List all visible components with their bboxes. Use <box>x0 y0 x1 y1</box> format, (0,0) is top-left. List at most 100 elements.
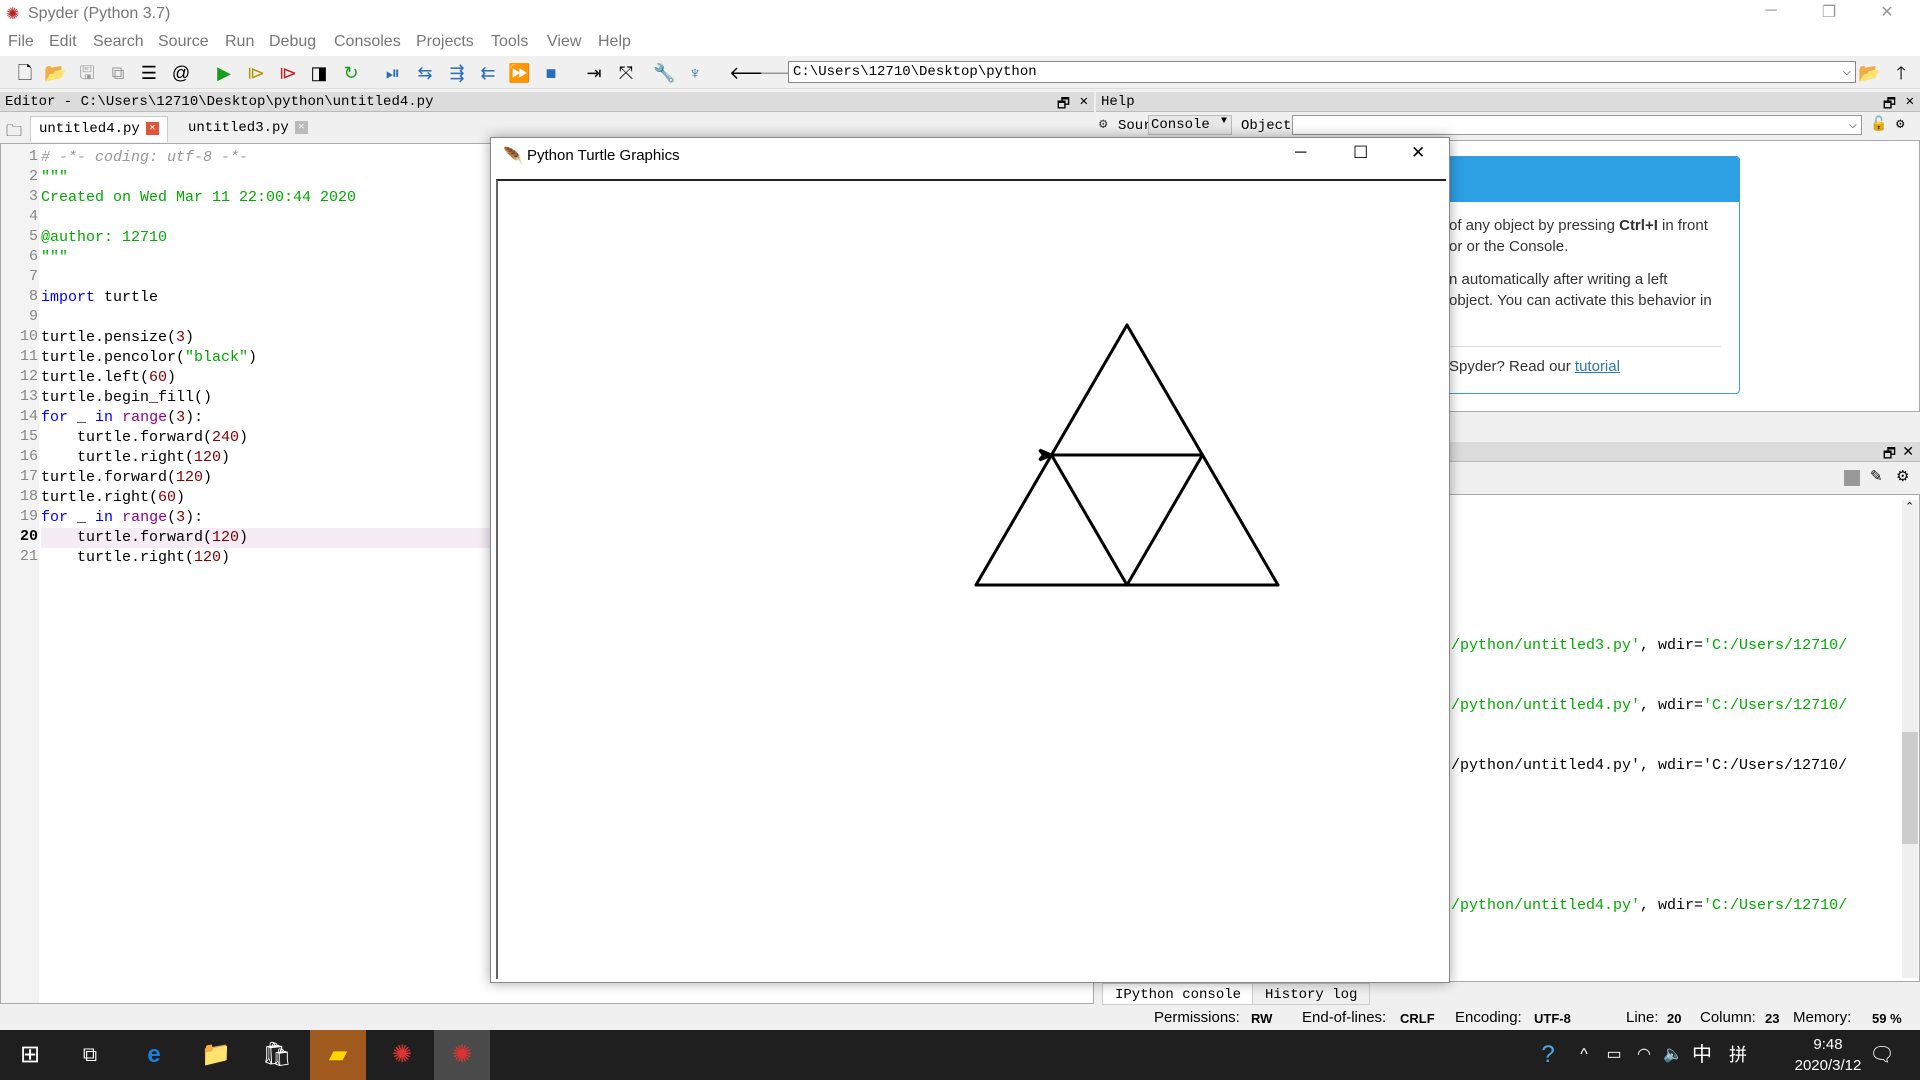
at-icon[interactable]: @ <box>170 62 192 84</box>
stop-kernel-icon[interactable] <box>1844 470 1860 486</box>
code-line: turtle.right(120) <box>41 549 231 566</box>
tab-label: untitled3.py <box>188 120 289 136</box>
line-number: 7 <box>28 268 38 285</box>
taskbar: ⊞ ⧉ e 📁 🛍 ▰ ✺ ✺ ? ^ ▭ ◠ 🔈 中 拼 9:48 2020/… <box>0 1030 1920 1080</box>
scroll-up-icon[interactable]: ⌃ <box>1905 500 1914 513</box>
clear-eraser-icon[interactable]: ✎ <box>1870 467 1883 485</box>
rerun-icon[interactable]: ↻ <box>340 62 362 84</box>
menu-run[interactable]: Run <box>225 33 254 51</box>
open-file-icon[interactable]: 📂 <box>44 62 66 84</box>
menu-source[interactable]: Source <box>158 33 209 51</box>
ime-mode[interactable]: 拼 <box>1710 1030 1766 1080</box>
close-button[interactable]: ✕ <box>1864 2 1910 26</box>
memory-value: 59 % <box>1872 1011 1902 1026</box>
menu-search[interactable]: Search <box>93 33 144 51</box>
code-line: """ <box>41 249 69 266</box>
parent-dir-icon[interactable]: 🡑 <box>1890 62 1912 84</box>
browse-folder-icon[interactable]: 📂 <box>1858 62 1880 84</box>
lock-icon[interactable]: 🔓 <box>1870 116 1887 133</box>
tab-untitled4[interactable]: untitled4.py ✕ <box>30 116 168 142</box>
spyder-taskbar-icon-active[interactable]: ✺ <box>434 1030 490 1080</box>
menu-file[interactable]: File <box>8 33 34 51</box>
working-directory-value: C:\Users\12710\Desktop\python <box>793 64 1037 80</box>
code-line: Created on Wed Mar 11 22:00:44 2020 <box>41 189 357 206</box>
file-explorer-icon[interactable]: 📁 <box>188 1030 244 1080</box>
fullscreen-icon[interactable]: ⤧ <box>615 62 637 84</box>
preferences-wrench-icon[interactable]: 🔧 <box>653 62 675 84</box>
chevron-down-icon[interactable]: ⌵ <box>1843 63 1851 80</box>
line-number: 11 <box>19 348 38 365</box>
menu-edit[interactable]: Edit <box>49 33 77 51</box>
edge-browser-icon[interactable]: e <box>126 1030 182 1080</box>
encoding-label: Encoding: <box>1455 1009 1522 1026</box>
tab-untitled3[interactable]: untitled3.py ✕ <box>180 116 316 142</box>
stop-icon[interactable]: ■ <box>540 62 562 84</box>
line-number: 21 <box>19 548 38 565</box>
minimize-button[interactable]: ─ <box>1295 144 1306 162</box>
menu-tools[interactable]: Tools <box>491 33 528 51</box>
close-pane-icon[interactable]: ✕ <box>1080 93 1088 110</box>
spyder-taskbar-icon[interactable]: ✺ <box>374 1030 430 1080</box>
code-line: turtle.right(60) <box>41 489 186 506</box>
code-line: turtle.pensize(3) <box>41 329 195 346</box>
debug-icon[interactable]: ⏯ <box>382 62 404 84</box>
close-tab-icon[interactable]: ✕ <box>294 120 308 134</box>
run-cell-advance-icon[interactable]: ⧐ <box>277 62 299 84</box>
list-icon[interactable]: ☰ <box>138 62 160 84</box>
divider <box>1449 346 1721 347</box>
task-view-icon[interactable]: ⧉ <box>62 1030 118 1080</box>
step-return-icon[interactable]: ⇇ <box>477 62 499 84</box>
forward-arrow-icon[interactable]: 🡒 <box>759 62 807 84</box>
code-line: turtle.begin_fill() <box>41 389 213 406</box>
column-label: Column: <box>1700 1009 1756 1026</box>
line-number: 4 <box>28 208 38 225</box>
settings-gear-icon[interactable]: ⚙ <box>1896 116 1904 133</box>
restore-button[interactable]: ❐ <box>1806 2 1852 26</box>
store-icon[interactable]: 🛍 <box>249 1030 305 1080</box>
run-icon[interactable]: ▶ <box>213 62 235 84</box>
help-toolbar: ⚙ Source Console ▼ Object ⌵ 🔓 ⚙ <box>1096 112 1920 140</box>
maximize-button[interactable]: ☐ <box>1353 143 1368 163</box>
save-icon[interactable]: 🖫 <box>76 62 98 84</box>
menu-view[interactable]: View <box>547 33 581 51</box>
notification-icon[interactable]: 🗨 <box>1854 1030 1910 1080</box>
run-selection-icon[interactable]: ◨ <box>308 62 330 84</box>
chevron-down-icon[interactable]: ⌵ <box>1849 116 1857 133</box>
windows-start-icon[interactable]: ⊞ <box>2 1030 58 1080</box>
back-arrow-icon[interactable]: 🡐 <box>729 62 777 84</box>
maximize-pane-icon[interactable]: ⇥ <box>583 62 605 84</box>
help-options-gear-icon[interactable]: ⚙ <box>1099 116 1107 133</box>
new-file-icon[interactable]: 🗋 <box>14 62 36 84</box>
minimize-button[interactable]: ─ <box>1748 2 1794 26</box>
scrollbar-thumb[interactable] <box>1902 732 1918 844</box>
close-button[interactable]: ✕ <box>1411 143 1425 163</box>
working-directory-input[interactable]: C:\Users\12710\Desktop\python ⌵ <box>788 61 1856 83</box>
sticky-notes-icon[interactable]: ▰ <box>310 1030 366 1080</box>
line-number: 13 <box>19 388 38 405</box>
console-line: /python/untitled4.py', wdir='C:/Users/12… <box>1451 757 1848 774</box>
card-header <box>1421 157 1739 202</box>
tab-ipython-console[interactable]: IPython console <box>1102 983 1255 1005</box>
save-all-icon[interactable]: ⧉ <box>107 62 129 84</box>
run-cell-icon[interactable]: ⧐ <box>245 62 267 84</box>
menu-help[interactable]: Help <box>598 33 631 51</box>
console-line: /python/untitled4.py', wdir='C:/Users/12… <box>1451 697 1848 714</box>
step-into-icon[interactable]: ⇶ <box>446 62 468 84</box>
code-line: @author: 12710 <box>41 229 168 246</box>
turtle-graphics-window[interactable]: 🪶 Python Turtle Graphics ─ ☐ ✕ <box>490 137 1450 983</box>
close-tab-icon[interactable]: ✕ <box>145 121 159 135</box>
step-icon[interactable]: ⇆ <box>414 62 436 84</box>
tutorial-link[interactable]: tutorial <box>1575 358 1620 375</box>
console-line: /python/untitled3.py', wdir='C:/Users/12… <box>1451 637 1848 654</box>
menu-consoles[interactable]: Consoles <box>334 33 401 51</box>
tab-history-log[interactable]: History log <box>1252 983 1371 1005</box>
python-path-icon[interactable]: ♆ <box>684 62 706 84</box>
menu-debug[interactable]: Debug <box>269 33 316 51</box>
settings-gear-icon[interactable]: ⚙ <box>1896 467 1909 485</box>
close-pane-icon[interactable]: ✕ <box>1906 93 1914 110</box>
source-select[interactable]: Console ▼ <box>1148 115 1232 135</box>
close-pane-icon[interactable]: ✕ <box>1902 443 1914 460</box>
menu-projects[interactable]: Projects <box>416 33 474 51</box>
object-input[interactable]: ⌵ <box>1292 115 1862 135</box>
continue-icon[interactable]: ⏩ <box>508 62 530 84</box>
